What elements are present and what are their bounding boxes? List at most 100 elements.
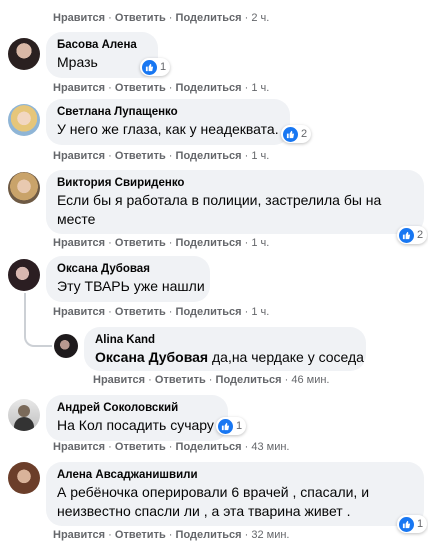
separator: · <box>108 441 112 453</box>
share-link[interactable]: Поделиться <box>176 82 242 94</box>
avatar-body <box>14 417 34 431</box>
comment-author[interactable]: Оксана Дубовая <box>57 262 199 277</box>
comment-bubble: Андрей Соколовский На Кол посадить сучар… <box>46 395 228 441</box>
separator: · <box>168 150 173 162</box>
separator: · <box>168 237 173 249</box>
like-link[interactable]: Нравится <box>53 150 105 162</box>
separator: · <box>108 12 112 24</box>
separator: · <box>148 374 152 386</box>
comment-time[interactable]: 32 мин. <box>251 529 289 541</box>
reply-link[interactable]: Ответить <box>115 441 166 453</box>
like-link[interactable]: Нравится <box>53 12 105 24</box>
comment-actions: Нравится · Ответить · Поделиться · 1 ч. <box>53 150 269 162</box>
avatar[interactable] <box>8 259 40 291</box>
comment-time[interactable]: 1 ч. <box>251 82 269 94</box>
reaction-number: 1 <box>160 61 167 73</box>
avatar[interactable] <box>8 172 40 204</box>
reply-thread-line <box>24 293 52 347</box>
like-link[interactable]: Нравится <box>53 529 105 541</box>
reaction-count[interactable]: 2 <box>397 226 428 244</box>
comment-time[interactable]: 1 ч. <box>251 306 269 318</box>
reaction-count[interactable]: 1 <box>140 58 171 76</box>
reaction-number: 2 <box>301 128 308 140</box>
reply-link[interactable]: Ответить <box>115 306 166 318</box>
reply-link[interactable]: Ответить <box>115 82 166 94</box>
separator: · <box>108 306 112 318</box>
comment-text-line: Если бы я работала в полиции, застрелила… <box>57 192 382 208</box>
reaction-number: 2 <box>417 229 424 241</box>
reply-link[interactable]: Ответить <box>115 150 166 162</box>
separator: · <box>108 529 112 541</box>
comment-text: На Кол посадить сучару <box>57 417 214 433</box>
share-link[interactable]: Поделиться <box>176 12 242 24</box>
share-link[interactable]: Поделиться <box>216 374 282 386</box>
avatar[interactable] <box>8 38 40 70</box>
reaction-count[interactable]: 1 <box>397 515 428 533</box>
comment-bubble: Алена Авсаджанишвили А ребёночка опериро… <box>46 462 424 526</box>
separator: · <box>208 374 213 386</box>
comment-text: Оксана Дубовая да,на чердаке у соседа <box>95 348 364 367</box>
comment-actions: Нравится · Ответить · Поделиться · 1 ч. <box>53 237 269 249</box>
share-link[interactable]: Поделиться <box>176 441 242 453</box>
comment-time[interactable]: 2 ч. <box>251 12 269 24</box>
separator: · <box>108 82 112 94</box>
avatar-person <box>18 405 30 417</box>
separator: · <box>244 441 249 453</box>
separator: · <box>168 441 173 453</box>
comment-author[interactable]: Светлана Лупащенко <box>57 105 279 120</box>
separator: · <box>168 82 173 94</box>
comment-text-line: месте <box>57 211 96 227</box>
avatar[interactable] <box>54 334 78 358</box>
like-icon <box>399 227 414 243</box>
like-icon <box>399 516 414 532</box>
reply-link[interactable]: Ответить <box>115 529 166 541</box>
share-link[interactable]: Поделиться <box>176 150 242 162</box>
comment-time[interactable]: 1 ч. <box>251 237 269 249</box>
separator: · <box>168 12 173 24</box>
reaction-count[interactable]: 1 <box>216 417 247 435</box>
separator: · <box>168 529 173 541</box>
separator: · <box>168 306 173 318</box>
comment-bubble: Alina Kand Оксана Дубовая да,на чердаке … <box>84 327 366 371</box>
reaction-number: 1 <box>417 518 424 530</box>
separator: · <box>284 374 289 386</box>
share-link[interactable]: Поделиться <box>176 237 242 249</box>
reply-link[interactable]: Ответить <box>155 374 206 386</box>
reaction-count[interactable]: 2 <box>281 125 312 143</box>
like-icon <box>283 126 298 142</box>
like-link[interactable]: Нравится <box>53 237 105 249</box>
like-link[interactable]: Нравится <box>93 374 145 386</box>
comment-bubble: Оксана Дубовая Эту ТВАРЬ уже нашли <box>46 256 210 302</box>
separator: · <box>244 237 249 249</box>
comment-actions: Нравится · Ответить · Поделиться · 46 ми… <box>93 374 330 386</box>
separator: · <box>244 12 249 24</box>
comment-time[interactable]: 46 мин. <box>291 374 329 386</box>
comment-author[interactable]: Виктория Свириденко <box>57 176 413 191</box>
like-link[interactable]: Нравится <box>53 82 105 94</box>
separator: · <box>244 306 249 318</box>
share-link[interactable]: Поделиться <box>176 306 242 318</box>
like-icon <box>218 418 233 434</box>
mentioned-user[interactable]: Оксана Дубовая <box>95 349 208 365</box>
comment-actions: Нравится · Ответить · Поделиться · 2 ч. <box>53 12 269 24</box>
separator: · <box>244 529 249 541</box>
separator: · <box>108 150 112 162</box>
comment-bubble: Светлана Лупащенко У него же глаза, как … <box>46 99 290 145</box>
comment-author[interactable]: Басова Алена <box>57 38 147 53</box>
comment-author[interactable]: Alina Kand <box>95 333 355 348</box>
share-link[interactable]: Поделиться <box>176 529 242 541</box>
avatar[interactable] <box>8 104 40 136</box>
avatar[interactable] <box>8 399 40 431</box>
comment-bubble: Виктория Свириденко Если бы я работала в… <box>46 170 424 234</box>
comment-time[interactable]: 43 мин. <box>251 441 289 453</box>
separator: · <box>244 82 249 94</box>
comment-text-line: А ребёночка оперировали 6 врачей , спаса… <box>57 484 370 500</box>
avatar[interactable] <box>8 462 40 494</box>
comment-author[interactable]: Андрей Соколовский <box>57 401 217 416</box>
comment-time[interactable]: 1 ч. <box>251 150 269 162</box>
comment-author[interactable]: Алена Авсаджанишвили <box>57 468 413 483</box>
like-link[interactable]: Нравится <box>53 306 105 318</box>
reply-link[interactable]: Ответить <box>115 237 166 249</box>
reply-link[interactable]: Ответить <box>115 12 166 24</box>
like-link[interactable]: Нравится <box>53 441 105 453</box>
